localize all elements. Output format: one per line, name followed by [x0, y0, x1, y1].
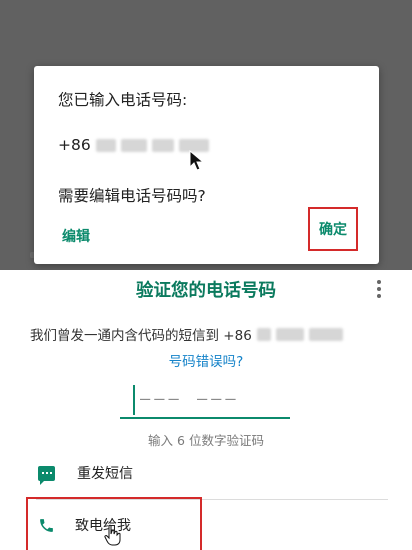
more-vert-icon[interactable]	[376, 280, 382, 298]
resend-sms-button[interactable]: 重发短信	[38, 463, 133, 485]
arrow-cursor-icon	[189, 150, 205, 171]
code-placeholder: ——— ———	[140, 389, 240, 409]
redacted-digits	[275, 327, 304, 341]
call-me-label: 致电给我	[75, 518, 131, 534]
resend-sms-label: 重发短信	[77, 466, 133, 482]
confirm-phone-dialog: 您已输入电话号码: +86 需要编辑电话号码吗? 编辑 确定	[34, 66, 379, 264]
ok-highlight-box: 确定	[308, 207, 358, 251]
redacted-digits	[151, 138, 174, 152]
wrong-number-link[interactable]: 号码错误吗?	[169, 354, 244, 370]
country-code: +86	[58, 136, 91, 154]
edit-button[interactable]: 编辑	[62, 226, 90, 246]
redacted-digits	[95, 138, 116, 152]
dialog-screen: 您已输入电话号码: +86 需要编辑电话号码吗? 编辑 确定	[0, 0, 412, 270]
phone-icon	[40, 518, 53, 532]
wrong-number-row: 号码错误吗?	[0, 350, 412, 370]
code-input[interactable]: ——— ———	[120, 385, 290, 419]
ok-button[interactable]: 确定	[319, 219, 347, 239]
sms-sent-label: 我们曾发一通内含代码的短信到 +86	[30, 328, 252, 344]
redacted-digits	[256, 327, 271, 341]
sms-sent-text: 我们曾发一通内含代码的短信到 +86	[30, 324, 343, 344]
text-caret	[133, 385, 135, 415]
dialog-question: 需要编辑电话号码吗?	[58, 187, 206, 205]
redacted-digits	[120, 138, 147, 152]
redacted-digits	[308, 327, 343, 341]
chat-icon	[38, 465, 55, 485]
page-title: 验证您的电话号码	[136, 281, 276, 301]
verify-screen: 验证您的电话号码 我们曾发一通内含代码的短信到 +86 号码错误吗? ——— —…	[0, 270, 412, 550]
code-hint: 输入 6 位数字验证码	[148, 433, 264, 448]
hand-cursor-icon	[104, 524, 121, 546]
dialog-title: 您已输入电话号码:	[58, 91, 188, 109]
dialog-phone-number: +86	[58, 136, 209, 154]
